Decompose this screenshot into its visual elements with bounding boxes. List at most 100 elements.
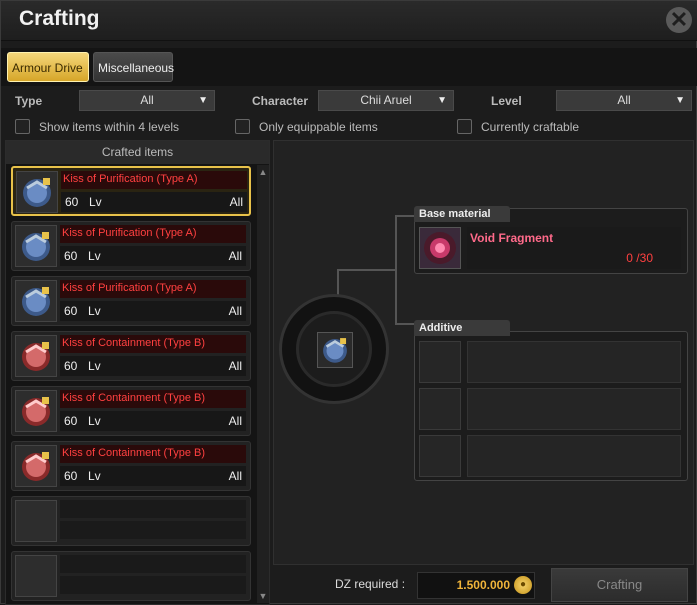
item-level-row: 60 Lv All <box>60 301 246 321</box>
type-dropdown-value: All <box>140 93 154 107</box>
item-class: All <box>228 249 242 263</box>
item-level: 60 <box>65 195 79 209</box>
blue-armour-icon <box>15 225 57 267</box>
scroll-up-icon[interactable]: ▲ <box>258 167 268 177</box>
crafted-item[interactable]: Kiss of Purification (Type A) 60 Lv All <box>11 276 251 326</box>
empty-item-slot <box>11 551 251 601</box>
item-level: 60 <box>64 414 78 428</box>
empty-level-bar <box>60 521 246 539</box>
item-name: Kiss of Containment (Type B) <box>60 335 246 353</box>
type-dropdown[interactable]: All ▼ <box>79 90 215 111</box>
additive-slot[interactable] <box>419 388 461 430</box>
item-level-label: Lv <box>88 359 101 373</box>
only-equippable-label: Only equippable items <box>259 120 378 134</box>
close-icon[interactable]: ✕ <box>666 7 692 33</box>
item-class: All <box>228 304 242 318</box>
connector-line <box>339 269 397 271</box>
show-within-levels-checkbox[interactable] <box>15 119 30 134</box>
base-material-quantity: 0 /30 <box>626 251 653 265</box>
base-material-info: Void Fragment 0 /30 <box>467 227 681 269</box>
additive-slot-info <box>467 341 681 383</box>
character-dropdown[interactable]: Chii Aruel ▼ <box>318 90 454 111</box>
currently-craftable-label: Currently craftable <box>481 120 580 134</box>
crafted-item[interactable]: Kiss of Purification (Type A) 60 Lv All <box>11 166 251 216</box>
coin-icon: ● <box>514 576 532 594</box>
chevron-down-icon: ▼ <box>437 95 447 106</box>
item-name: Kiss of Containment (Type B) <box>60 390 246 408</box>
crafted-item[interactable]: Kiss of Containment (Type B) 60 Lv All <box>11 331 251 381</box>
connector-line <box>337 269 339 295</box>
scroll-down-icon[interactable]: ▼ <box>258 591 268 601</box>
red-armour-icon <box>15 335 57 377</box>
item-level: 60 <box>64 359 78 373</box>
red-armour-icon <box>15 390 57 432</box>
item-name: Kiss of Purification (Type A) <box>60 280 246 298</box>
title-bar: Crafting ✕ <box>1 1 697 41</box>
additive-slot[interactable] <box>419 341 461 383</box>
crafted-item[interactable]: Kiss of Purification (Type A) 60 Lv All <box>11 221 251 271</box>
item-level-label: Lv <box>88 304 101 318</box>
show-within-levels-label: Show items within 4 levels <box>39 120 180 134</box>
item-class: All <box>228 414 242 428</box>
result-hub-inner <box>296 311 372 387</box>
empty-icon-slot <box>15 555 57 597</box>
empty-icon-slot <box>15 500 57 542</box>
type-filter-label: Type <box>15 94 43 108</box>
currently-craftable-checkbox[interactable] <box>457 119 472 134</box>
empty-item-slot <box>11 496 251 546</box>
item-level-row: 60 Lv All <box>61 192 247 212</box>
character-filter-label: Character <box>252 94 309 108</box>
only-equippable-checkbox[interactable] <box>235 119 250 134</box>
empty-level-bar <box>60 576 246 594</box>
item-level-label: Lv <box>89 195 102 209</box>
crafting-window: Crafting ✕ Armour Drive Miscellaneous Ty… <box>0 0 697 605</box>
item-class: All <box>228 469 242 483</box>
chevron-down-icon: ▼ <box>675 95 685 106</box>
blue-armour-icon <box>15 280 57 322</box>
empty-name-bar <box>60 500 246 518</box>
item-name: Kiss of Containment (Type B) <box>60 445 246 463</box>
empty-name-bar <box>60 555 246 573</box>
item-name: Kiss of Purification (Type A) <box>60 225 246 243</box>
item-level-row: 60 Lv All <box>60 356 246 376</box>
item-level-label: Lv <box>88 249 101 263</box>
additive-header: Additive <box>414 320 510 336</box>
chevron-down-icon: ▼ <box>198 95 208 106</box>
tab-armour-drive[interactable]: Armour Drive <box>7 52 89 82</box>
item-level: 60 <box>64 469 78 483</box>
list-scrollbar[interactable]: ▲ ▼ <box>257 165 269 603</box>
additive-slot[interactable] <box>419 435 461 477</box>
item-level-label: Lv <box>88 469 101 483</box>
item-level: 60 <box>64 249 78 263</box>
base-material-name: Void Fragment <box>470 231 554 245</box>
crafted-item[interactable]: Kiss of Containment (Type B) 60 Lv All <box>11 386 251 436</box>
result-hub <box>279 294 389 404</box>
item-level-label: Lv <box>88 414 101 428</box>
red-armour-icon <box>15 445 57 487</box>
crafted-items-panel: Crafted items Kiss of Purification (Type… <box>5 140 270 605</box>
crafted-item[interactable]: Kiss of Containment (Type B) 60 Lv All <box>11 441 251 491</box>
window-title: Crafting <box>19 7 100 30</box>
blue-armour-icon <box>16 171 58 213</box>
item-class: All <box>229 195 243 209</box>
item-level-row: 60 Lv All <box>60 411 246 431</box>
connector-line <box>395 323 415 325</box>
item-name: Kiss of Purification (Type A) <box>61 171 247 189</box>
additive-slot-info <box>467 435 681 477</box>
dz-required-label: DZ required : <box>335 577 406 591</box>
void-fragment-icon[interactable] <box>419 227 461 269</box>
item-level-row: 60 Lv All <box>60 466 246 486</box>
level-dropdown[interactable]: All ▼ <box>556 90 692 111</box>
base-material-header: Base material <box>414 206 510 222</box>
crafted-items-header: Crafted items <box>6 141 269 164</box>
blue-armour-icon[interactable] <box>317 332 353 368</box>
character-dropdown-value: Chii Aruel <box>360 93 412 107</box>
additive-slot-info <box>467 388 681 430</box>
level-filter-label: Level <box>491 94 522 108</box>
tab-miscellaneous[interactable]: Miscellaneous <box>93 52 174 82</box>
item-class: All <box>228 359 242 373</box>
crafting-button[interactable]: Crafting <box>551 568 688 602</box>
item-level: 60 <box>64 304 78 318</box>
connector-line <box>395 215 397 325</box>
level-dropdown-value: All <box>617 93 631 107</box>
